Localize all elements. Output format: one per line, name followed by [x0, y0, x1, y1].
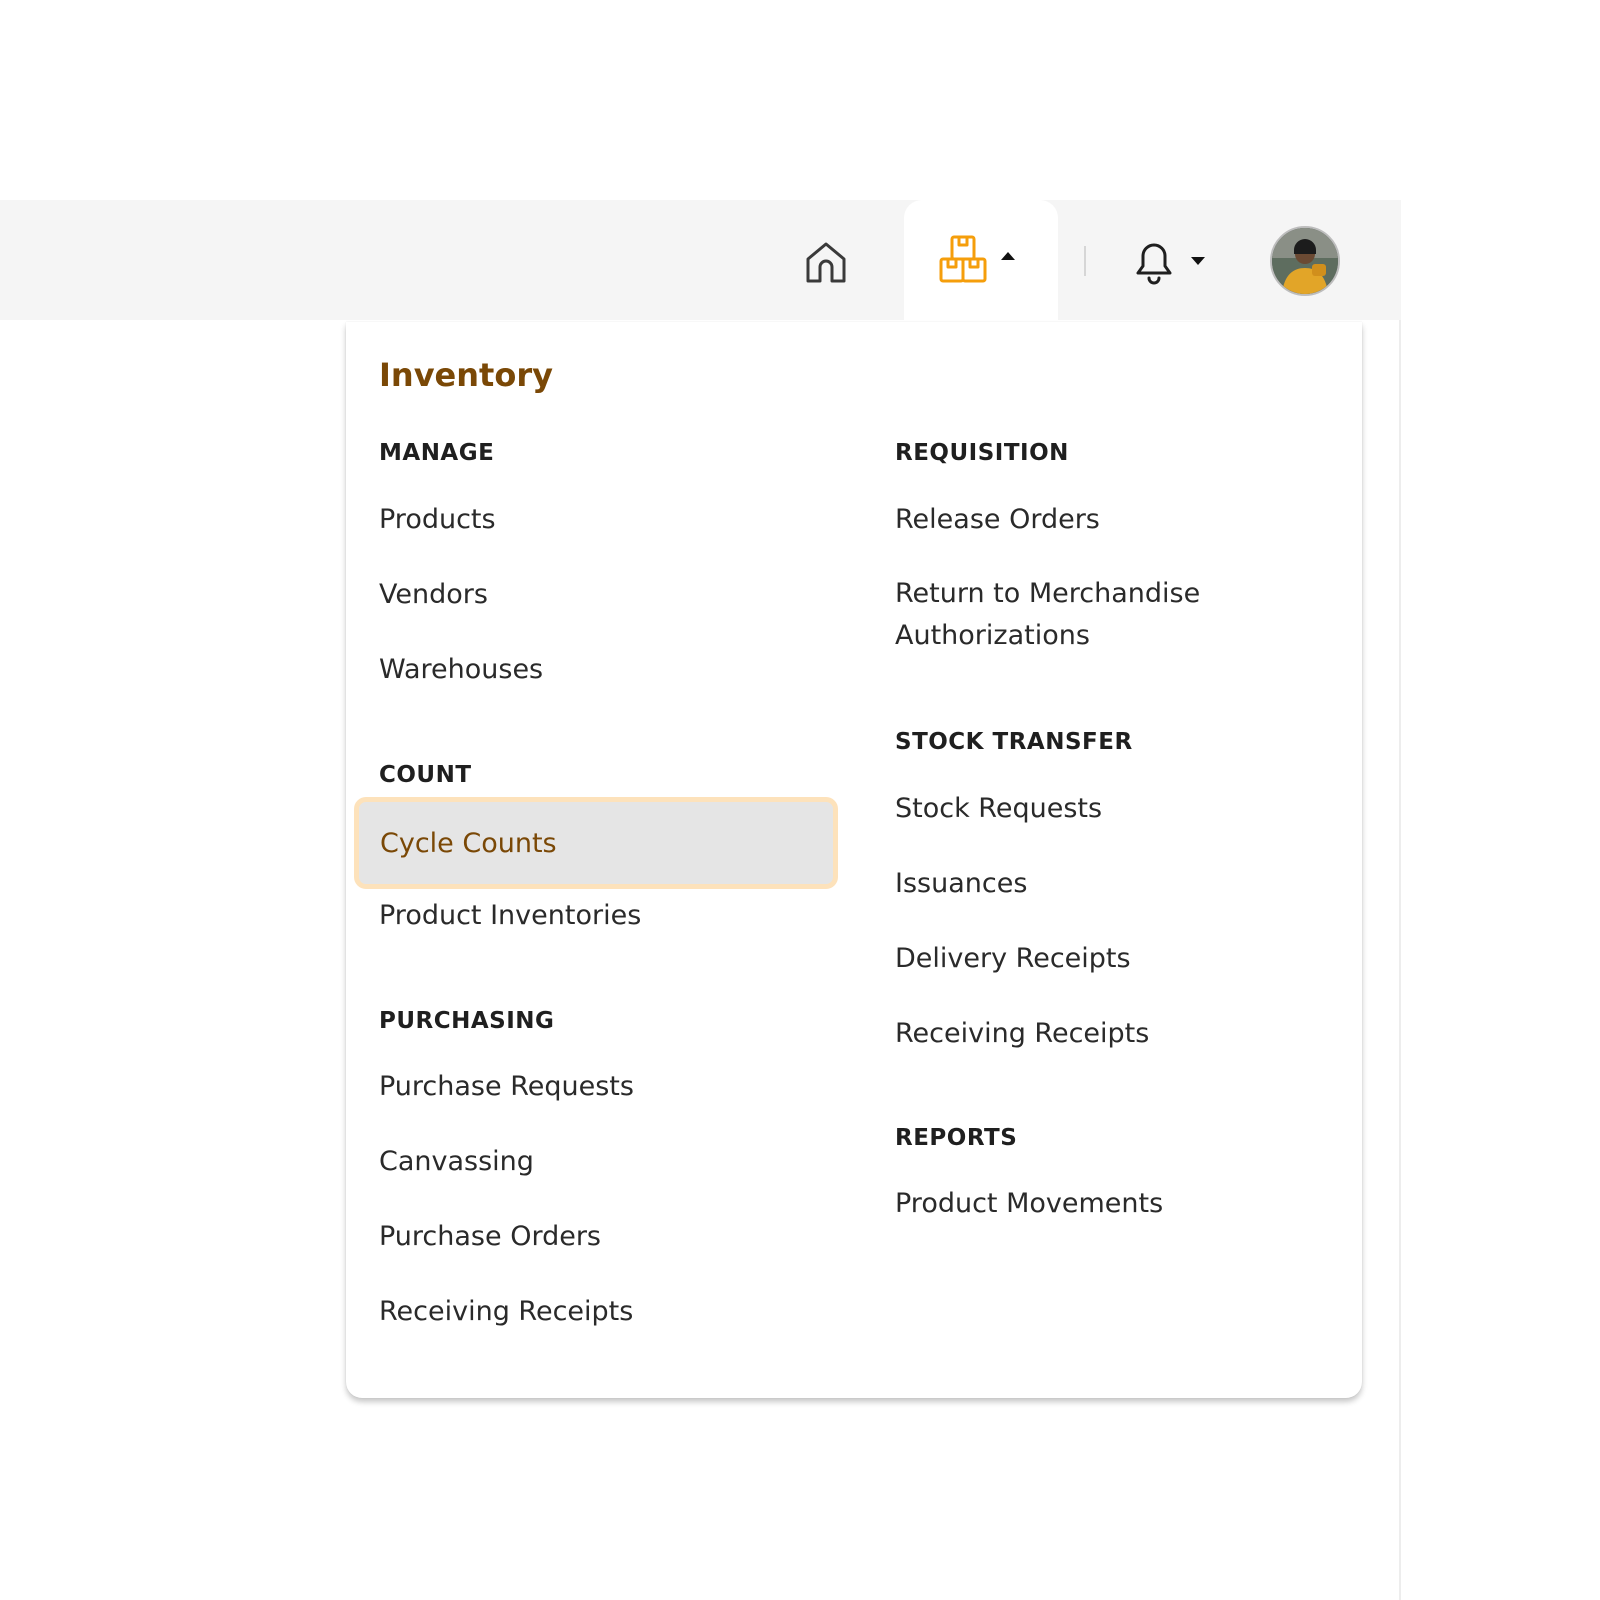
menu-item-receiving-receipts-purchasing[interactable]: Receiving Receipts: [379, 1296, 633, 1327]
menu-item-return-to-merchandise-authorizations[interactable]: Return to Merchandise Authorizations: [895, 573, 1255, 657]
home-icon: [806, 242, 846, 283]
avatar-image: [1272, 228, 1338, 294]
section-heading-requisition: REQUISITION: [895, 440, 1069, 466]
section-heading-manage: MANAGE: [379, 440, 495, 466]
user-avatar[interactable]: [1270, 226, 1340, 296]
menu-item-vendors[interactable]: Vendors: [379, 579, 488, 610]
menu-item-delivery-receipts[interactable]: Delivery Receipts: [895, 943, 1131, 974]
menu-title: Inventory: [379, 356, 553, 394]
caret-down-icon: [1191, 257, 1205, 265]
inventory-dropdown-menu: Inventory MANAGE Products Vendors Wareho…: [346, 322, 1362, 1398]
section-heading-purchasing: PURCHASING: [379, 1008, 555, 1034]
menu-item-release-orders[interactable]: Release Orders: [895, 504, 1100, 535]
menu-item-purchase-orders[interactable]: Purchase Orders: [379, 1221, 601, 1252]
page: Inventory MANAGE Products Vendors Wareho…: [0, 0, 1600, 1600]
menu-item-receiving-receipts-stock-transfer[interactable]: Receiving Receipts: [895, 1018, 1149, 1049]
caret-up-icon: [1001, 252, 1015, 260]
menu-item-purchase-requests[interactable]: Purchase Requests: [379, 1071, 634, 1102]
bell-icon: [1136, 243, 1172, 285]
home-button[interactable]: [800, 236, 852, 288]
inventory-menu-button[interactable]: [904, 200, 1058, 322]
menu-item-product-movements[interactable]: Product Movements: [895, 1188, 1163, 1219]
menu-item-cycle-counts[interactable]: Cycle Counts: [354, 797, 838, 889]
navbar-divider: [1084, 246, 1086, 276]
menu-item-canvassing[interactable]: Canvassing: [379, 1146, 534, 1177]
menu-item-product-inventories[interactable]: Product Inventories: [379, 900, 641, 931]
menu-item-stock-requests[interactable]: Stock Requests: [895, 793, 1102, 824]
menu-item-warehouses[interactable]: Warehouses: [379, 654, 543, 685]
section-heading-stock-transfer: STOCK TRANSFER: [895, 729, 1133, 755]
notifications-button[interactable]: [1124, 234, 1214, 288]
section-heading-count: COUNT: [379, 762, 472, 788]
page-edge-rule: [1399, 200, 1401, 1600]
section-heading-reports: REPORTS: [895, 1125, 1018, 1151]
menu-item-products[interactable]: Products: [379, 504, 496, 535]
boxes-icon: [939, 235, 987, 283]
menu-item-issuances[interactable]: Issuances: [895, 868, 1027, 899]
